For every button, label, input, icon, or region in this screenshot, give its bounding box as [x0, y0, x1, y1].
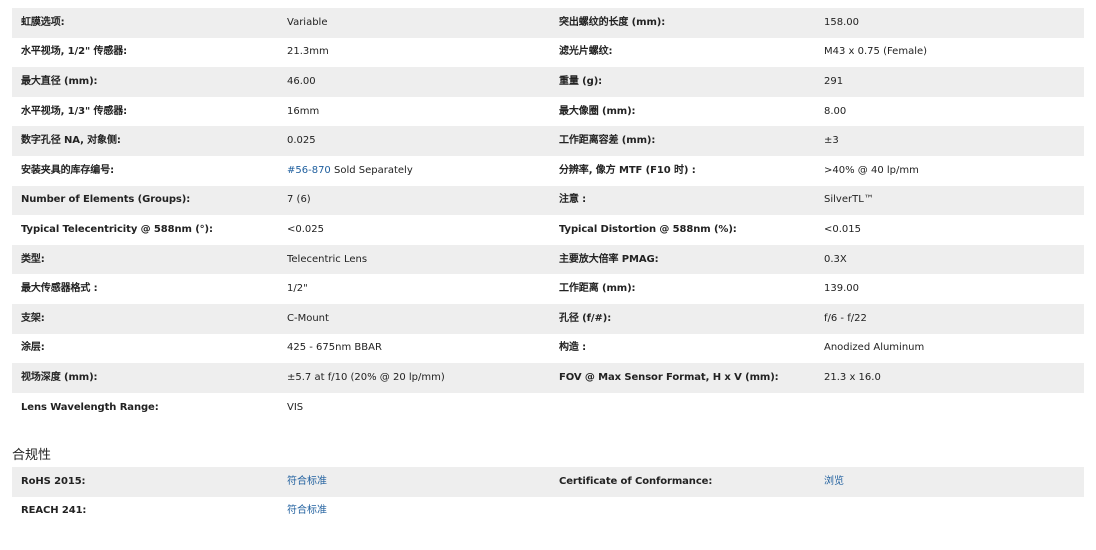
- spec-label: Lens Wavelength Range:: [21, 401, 159, 413]
- spec-label: 安装夹具的库存编号:: [21, 164, 114, 176]
- mounting-fixture-link[interactable]: #56-870: [287, 165, 331, 176]
- spec-label: 虹膜选项:: [21, 16, 65, 28]
- rohs-compliant-link[interactable]: 符合标准: [287, 475, 559, 489]
- spec-value: Telecentric Lens: [287, 253, 368, 265]
- spec-label: 工作距离容差 (mm):: [559, 135, 656, 147]
- spec-label: 涂层:: [21, 342, 45, 354]
- spec-row: 涂层: 425 - 675nm BBAR 构造 : Anodized Alumi…: [12, 334, 1084, 364]
- spec-value: ±3: [824, 135, 839, 147]
- spec-row: 数字孔径 NA, 对象侧: 0.025 工作距离容差 (mm): ±3: [12, 126, 1084, 156]
- compliance-row: RoHS 2015: 符合标准 Certificate of Conforman…: [12, 467, 1084, 497]
- spec-value: Anodized Aluminum: [824, 342, 925, 354]
- compliance-label: Certificate of Conformance:: [559, 475, 713, 487]
- spec-label: 水平视场, 1/3" 传感器:: [21, 105, 128, 117]
- spec-label: 水平视场, 1/2" 传感器:: [21, 46, 128, 58]
- spec-label: Typical Telecentricity @ 588nm (°):: [21, 223, 213, 235]
- spec-label: 最大传感器格式 :: [21, 283, 98, 295]
- spec-value: SilverTL™: [824, 194, 874, 206]
- spec-row: Number of Elements (Groups): 7 (6) 注意 : …: [12, 185, 1084, 216]
- spec-row: 最大直径 (mm): 46.00 重量 (g): 291: [12, 67, 1084, 97]
- spec-label: 最大直径 (mm):: [21, 75, 98, 87]
- spec-label: 工作距离 (mm):: [559, 283, 636, 295]
- compliance-row: REACH 241: 符合标准: [12, 497, 1084, 527]
- spec-label: 最大像圈 (mm):: [559, 105, 636, 117]
- spec-value: 0.3X: [824, 253, 847, 265]
- spec-value: 16mm: [287, 105, 320, 117]
- certificate-view-link[interactable]: 浏览: [824, 475, 1084, 489]
- spec-row: 类型: Telecentric Lens 主要放大倍率 PMAG: 0.3X: [12, 244, 1084, 275]
- compliance-label: RoHS 2015:: [21, 475, 86, 487]
- spec-label: 视场深度 (mm):: [21, 371, 98, 383]
- compliance-heading: 合规性: [12, 448, 52, 463]
- spec-row: 视场深度 (mm): ±5.7 at f/10 (20% @ 20 lp/mm)…: [12, 363, 1084, 393]
- spec-value: 291: [824, 75, 844, 87]
- spec-value: 0.025: [287, 135, 316, 147]
- spec-value: <0.015: [824, 223, 862, 235]
- spec-value: 46.00: [287, 75, 316, 87]
- spec-value: VIS: [287, 401, 304, 413]
- spec-value: Variable: [287, 16, 328, 28]
- spec-label: 孔径 (f/#):: [559, 312, 612, 324]
- spec-row: 水平视场, 1/2" 传感器: 21.3mm 滤光片螺纹: M43 x 0.75…: [12, 38, 1084, 68]
- spec-row: 虹膜选项: Variable 突出螺纹的长度 (mm): 158.00: [12, 8, 1084, 38]
- spec-value: C-Mount: [287, 312, 329, 324]
- spec-value: f/6 - f/22: [824, 312, 867, 324]
- spec-value: 21.3 x 16.0: [824, 371, 881, 383]
- spec-value: 425 - 675nm BBAR: [287, 342, 382, 354]
- spec-row: 水平视场, 1/3" 传感器: 16mm 最大像圈 (mm): 8.00: [12, 97, 1084, 127]
- reach-compliant-link[interactable]: 符合标准: [287, 504, 559, 518]
- spec-row: 安装夹具的库存编号: #56-870 Sold Separately 分辨率, …: [12, 156, 1084, 186]
- spec-label: 数字孔径 NA, 对象侧:: [21, 135, 121, 147]
- spec-value: 158.00: [824, 16, 859, 28]
- spec-value: 1/2": [287, 283, 308, 295]
- spec-row: Typical Telecentricity @ 588nm (°): <0.0…: [12, 215, 1084, 245]
- spec-label: 滤光片螺纹:: [559, 46, 613, 58]
- spec-label: 分辨率, 像方 MTF (F10 时) :: [559, 164, 696, 176]
- spec-row: 支架: C-Mount 孔径 (f/#): f/6 - f/22: [12, 303, 1084, 334]
- spec-label: Typical Distortion @ 588nm (%):: [559, 223, 737, 235]
- spec-row: 最大传感器格式 : 1/2" 工作距离 (mm): 139.00: [12, 274, 1084, 304]
- spec-label: 构造 :: [559, 342, 587, 354]
- spec-label: Number of Elements (Groups):: [21, 194, 191, 206]
- spec-value: <0.025: [287, 223, 325, 235]
- spec-value: M43 x 0.75 (Female): [824, 46, 928, 58]
- spec-value: 7 (6): [287, 194, 311, 206]
- compliance-table: RoHS 2015: 符合标准 Certificate of Conforman…: [12, 467, 1084, 526]
- sold-separately-text: Sold Separately: [330, 164, 413, 176]
- spec-label: FOV @ Max Sensor Format, H x V (mm):: [559, 371, 779, 383]
- spec-value: #56-870 Sold Separately: [287, 164, 559, 178]
- spec-value: 8.00: [824, 105, 847, 117]
- spec-value: >40% @ 40 lp/mm: [824, 164, 919, 176]
- spec-label: 注意 :: [559, 194, 587, 206]
- spec-label: 类型:: [21, 253, 45, 265]
- spec-label: 突出螺纹的长度 (mm):: [559, 16, 666, 28]
- specifications-table: 虹膜选项: Variable 突出螺纹的长度 (mm): 158.00 水平视场…: [12, 8, 1084, 422]
- spec-label: 重量 (g):: [559, 75, 603, 87]
- spec-row: Lens Wavelength Range: VIS: [12, 393, 1084, 423]
- compliance-label: REACH 241:: [21, 505, 87, 517]
- spec-label: 主要放大倍率 PMAG:: [559, 253, 659, 265]
- spec-value: ±5.7 at f/10 (20% @ 20 lp/mm): [287, 371, 445, 383]
- spec-value: 21.3mm: [287, 46, 329, 58]
- spec-value: 139.00: [824, 283, 859, 295]
- spec-label: 支架:: [21, 312, 45, 324]
